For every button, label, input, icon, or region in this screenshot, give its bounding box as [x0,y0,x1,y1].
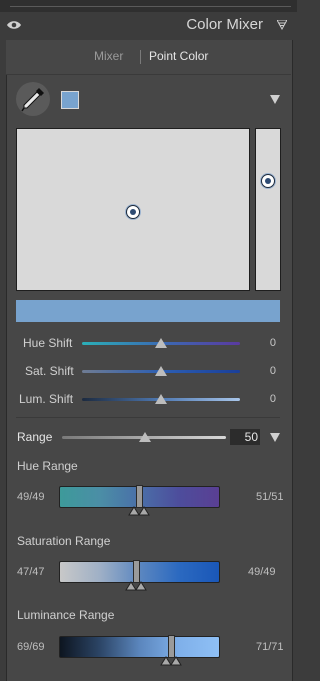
saturation-range-feet[interactable] [125,581,147,591]
saturation-range-left-value: 47/47 [17,566,45,578]
range-label: Range [17,430,53,444]
hue-range-left-value: 49/49 [17,491,45,503]
lum-shift-value[interactable]: 0 [250,393,276,405]
luminance-range-feet[interactable] [160,656,182,666]
range-thumb[interactable] [139,432,151,442]
mode-tabs: Mixer Point Color [6,40,291,75]
tab-separator [140,50,141,64]
tab-point-color[interactable]: Point Color [149,49,208,63]
eye-icon[interactable] [6,18,22,32]
luminance-range-right-value: 71/71 [256,641,284,653]
hue-saturation-picker[interactable] [16,128,250,291]
sat-shift-value[interactable]: 0 [250,365,276,377]
hue-range-right-value: 51/51 [256,491,284,503]
luminance-range-center-handle[interactable] [168,635,175,658]
range-value-field[interactable]: 50 [230,429,260,445]
selected-color-bar [16,300,280,322]
eyedropper-button[interactable] [16,82,50,116]
sat-shift-label: Sat. Shift [25,364,74,378]
hue-shift-label: Hue Shift [23,336,73,350]
picker-target[interactable] [126,205,140,219]
top-divider [10,6,291,7]
saturation-range-right-value: 49/49 [248,566,276,578]
saturation-range-center-handle[interactable] [133,560,140,583]
hue-shift-thumb[interactable] [155,338,167,348]
sat-shift-thumb[interactable] [155,366,167,376]
swatch-menu-triangle-icon[interactable] [270,95,280,104]
range-expand-triangle-icon[interactable] [270,433,280,442]
collapse-triangle-icon[interactable] [277,20,287,30]
hue-range-label: Hue Range [17,459,78,473]
saturation-range-label: Saturation Range [17,534,111,548]
panel-header[interactable]: Color Mixer [0,12,297,40]
hue-shift-value[interactable]: 0 [250,337,276,349]
hue-range-center-handle[interactable] [136,485,143,508]
luminance-strip[interactable] [255,128,281,291]
lum-shift-thumb[interactable] [155,394,167,404]
hue-range-feet[interactable] [128,506,150,516]
tab-mixer[interactable]: Mixer [94,49,123,63]
eyedropper-icon [21,88,44,112]
lum-shift-label: Lum. Shift [19,392,74,406]
section-divider [16,417,280,418]
sampled-color-swatch[interactable] [61,91,79,109]
luminance-range-left-value: 69/69 [17,641,45,653]
panel-title: Color Mixer [186,16,263,33]
luminance-target[interactable] [261,174,275,188]
luminance-range-label: Luminance Range [17,608,115,622]
luminance-range-gradient[interactable] [59,636,220,658]
